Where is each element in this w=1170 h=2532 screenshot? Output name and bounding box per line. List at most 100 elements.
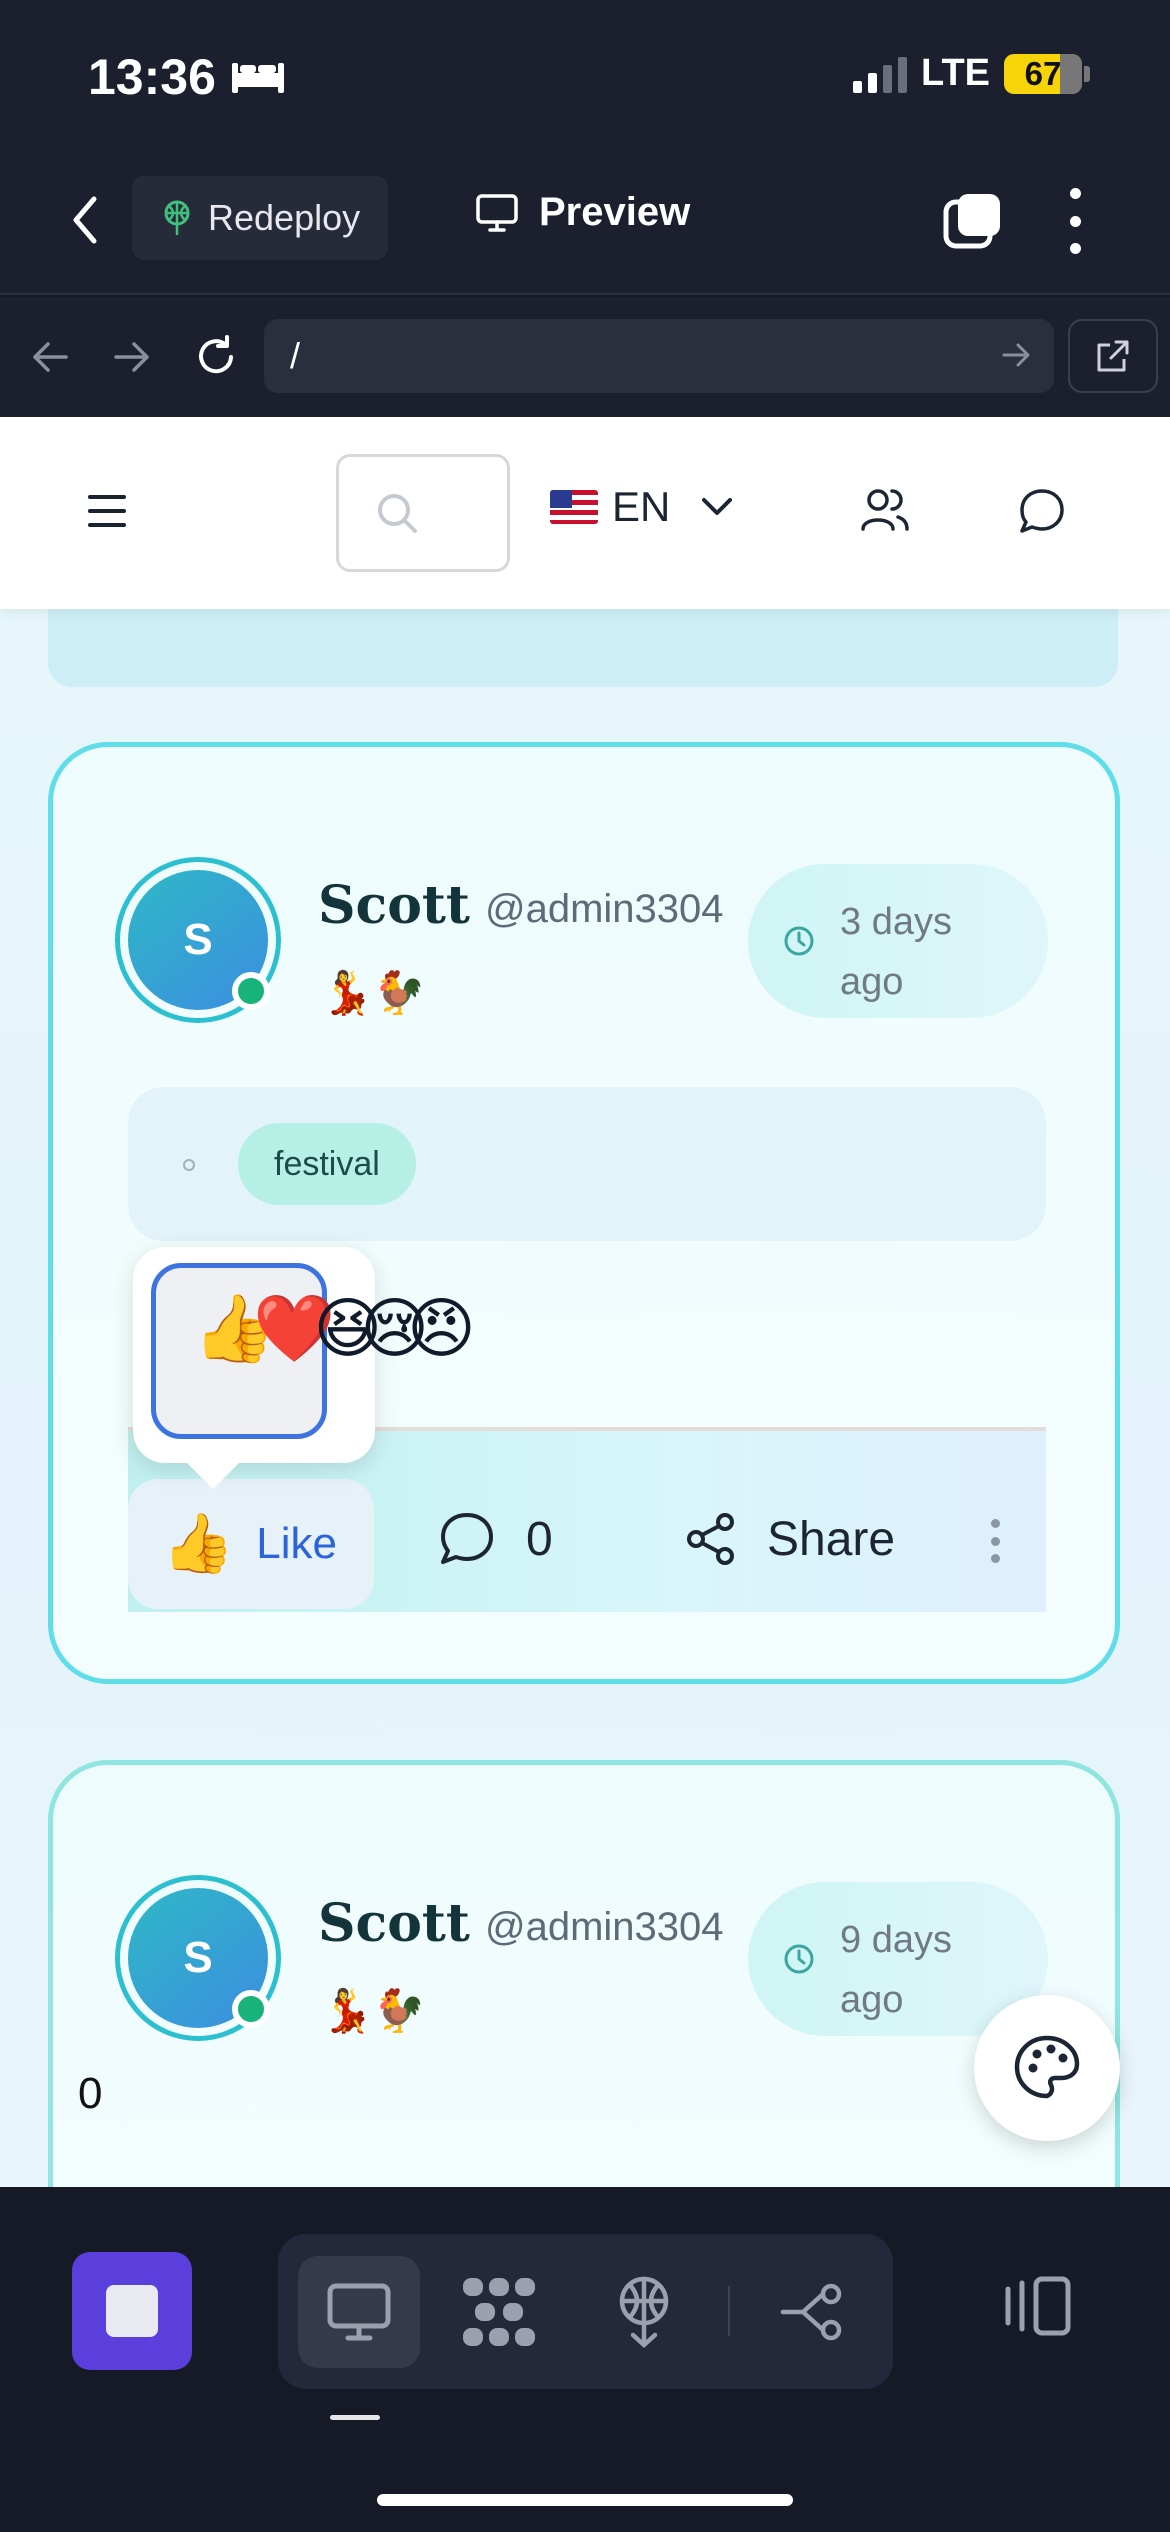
- chevron-down-icon: [702, 498, 733, 515]
- active-indicator: [330, 2415, 380, 2420]
- clock-icon: [784, 1944, 814, 1974]
- bottom-dock: [0, 2187, 1170, 2532]
- messages-button[interactable]: [1018, 487, 1066, 540]
- battery-level: 67: [1024, 54, 1062, 92]
- url-input[interactable]: /: [264, 319, 1054, 393]
- time-line2: ago: [840, 1979, 904, 2021]
- share-label: Share: [767, 1512, 896, 1566]
- preview-label: Preview: [539, 190, 691, 234]
- avatar[interactable]: S: [115, 1875, 281, 2041]
- comment-icon: [441, 1513, 493, 1564]
- post-count: 0: [78, 2069, 103, 2118]
- time-line1: 9 days: [840, 1919, 952, 1961]
- stop-icon: [106, 2285, 158, 2337]
- post-card: S Scott @admin3304 💃🐓 3 days ago festival…: [48, 742, 1120, 1684]
- view-switcher: [278, 2234, 893, 2389]
- browser-forward-button[interactable]: [102, 327, 162, 387]
- share-button[interactable]: Share: [683, 1511, 895, 1567]
- language-selector[interactable]: EN: [550, 483, 734, 531]
- network-label: LTE: [921, 52, 990, 94]
- browser-bar: /: [0, 297, 1170, 417]
- arrow-right-icon: [1002, 343, 1030, 367]
- battery-icon: 67: [1004, 53, 1082, 94]
- preview-view-button[interactable]: [298, 2256, 420, 2368]
- grid-blocks-icon: [463, 2278, 535, 2346]
- online-indicator: [232, 1990, 270, 2028]
- go-button[interactable]: [1000, 333, 1034, 386]
- reaction-options: 👍 ❤️ 😆 😢 😠: [193, 1295, 476, 1361]
- post-options-button[interactable]: [988, 1519, 1002, 1563]
- rocket-icon: [164, 200, 190, 235]
- users-button[interactable]: [860, 485, 910, 540]
- status-time: 13:36: [88, 48, 286, 106]
- reaction-angry[interactable]: 😠: [407, 1295, 476, 1361]
- reload-button[interactable]: [186, 327, 246, 387]
- like-label: Like: [256, 1519, 337, 1568]
- divider: [728, 2286, 730, 2336]
- preview-tab[interactable]: Preview: [475, 190, 690, 235]
- url-text: /: [290, 335, 301, 376]
- search-input[interactable]: [336, 454, 510, 572]
- web-content: EN S Scott @admin3304 💃🐓 3 days ago festi…: [0, 417, 1170, 2187]
- browser-back-button[interactable]: [20, 327, 80, 387]
- timestamp-chip: 3 days ago: [748, 864, 1048, 1018]
- redeploy-button[interactable]: Redeploy: [132, 176, 389, 260]
- arrow-right-icon: [114, 342, 149, 372]
- external-link-icon: [1097, 340, 1129, 372]
- flow-icon: [780, 2283, 842, 2341]
- reload-icon: [199, 335, 233, 374]
- sidebar-toggle-button[interactable]: [1000, 2275, 1072, 2342]
- time-line2: ago: [840, 961, 904, 1003]
- tabs-icon: [943, 194, 1000, 249]
- us-flag-icon: [550, 490, 598, 524]
- open-external-button[interactable]: [1068, 319, 1158, 393]
- tag-icon: [183, 1159, 195, 1171]
- monitor-icon: [476, 193, 518, 232]
- app-toolbar: Redeploy Preview: [0, 150, 1170, 295]
- tag-chip[interactable]: festival: [238, 1123, 416, 1205]
- redeploy-label: Redeploy: [208, 197, 361, 238]
- language-label: EN: [612, 483, 671, 530]
- author-name[interactable]: Scott: [318, 1893, 470, 1954]
- share-icon: [687, 1513, 734, 1565]
- post-card: S Scott @admin3304 💃🐓 9 days ago: [48, 1760, 1120, 2187]
- tags-section: festival: [128, 1087, 1046, 1241]
- author-handle[interactable]: @admin3304: [485, 887, 724, 932]
- author-handle[interactable]: @admin3304: [485, 1905, 724, 1950]
- like-button[interactable]: 👍 Like: [128, 1479, 374, 1609]
- signal-icon: [853, 55, 908, 93]
- bed-icon: [231, 63, 284, 93]
- online-indicator: [232, 972, 270, 1010]
- arrow-left-icon: [33, 342, 68, 372]
- site-header: EN: [0, 417, 1170, 609]
- search-icon: [378, 494, 417, 533]
- components-view-button[interactable]: [438, 2256, 560, 2368]
- panel-icon: [1005, 2276, 1071, 2336]
- back-button[interactable]: [60, 190, 110, 250]
- workflow-view-button[interactable]: [753, 2256, 875, 2368]
- status-indicators: LTE 67: [853, 52, 1090, 95]
- comment-button[interactable]: 0: [438, 1511, 553, 1567]
- chat-icon: [1020, 489, 1064, 533]
- comment-count: 0: [526, 1512, 553, 1566]
- hamburger-menu-icon[interactable]: [88, 495, 126, 527]
- clock-icon: [784, 926, 814, 956]
- time-line1: 3 days: [840, 901, 952, 943]
- stop-button[interactable]: [72, 2252, 192, 2370]
- more-menu-button[interactable]: [1060, 188, 1090, 254]
- monitor-icon: [327, 2283, 391, 2341]
- thumbs-up-icon: 👍: [162, 1511, 235, 1576]
- deploy-view-button[interactable]: [583, 2256, 705, 2368]
- rocket-icon: [619, 2276, 669, 2349]
- user-badge: 💃🐓: [321, 969, 426, 1016]
- theme-palette-button[interactable]: [974, 1995, 1120, 2141]
- tabs-button[interactable]: [942, 190, 1004, 252]
- users-icon: [861, 489, 909, 531]
- palette-icon: [1014, 2035, 1080, 2099]
- time-text: 13:36: [88, 49, 216, 105]
- status-bar: 13:36 LTE 67: [0, 0, 1170, 150]
- avatar[interactable]: S: [115, 857, 281, 1023]
- user-badge: 💃🐓: [321, 1987, 426, 2034]
- home-indicator: [377, 2494, 793, 2506]
- author-name[interactable]: Scott: [318, 875, 470, 936]
